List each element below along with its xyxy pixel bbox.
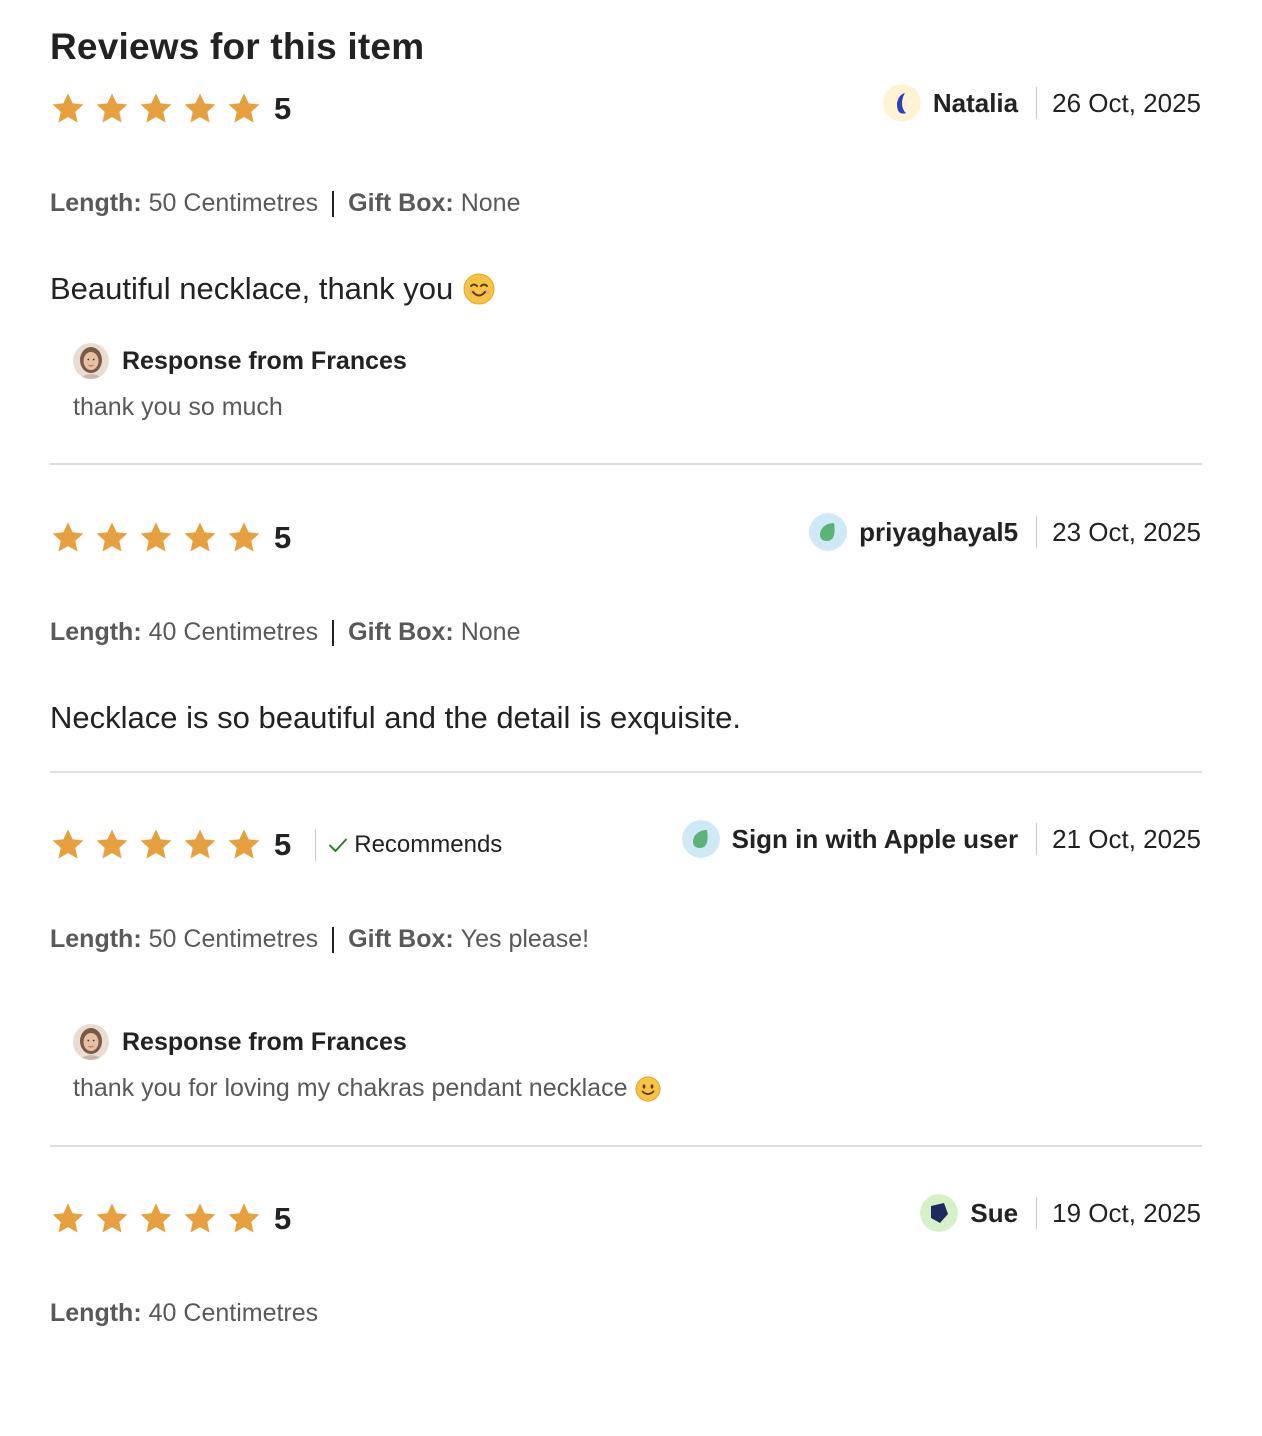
- reviewer-name[interactable]: Sue: [970, 1198, 1018, 1229]
- variation-key: Gift Box:: [348, 618, 454, 646]
- star-icon: [138, 1201, 174, 1237]
- separator: [1036, 516, 1038, 548]
- reviewer-info: Sue 19 Oct, 2025: [920, 1194, 1201, 1232]
- reviewer-name[interactable]: priyaghayal5: [859, 517, 1018, 548]
- separator: [1036, 823, 1038, 855]
- review-text-content: Beautiful necklace, thank you: [50, 271, 454, 306]
- star-rating: 5 Recommends: [50, 827, 502, 863]
- variation-key: Gift Box:: [348, 925, 454, 953]
- reviewer-name[interactable]: Natalia: [933, 88, 1018, 119]
- star-icon: [94, 827, 130, 863]
- response-header: Response from Frances: [73, 343, 407, 379]
- star-rating: 5: [50, 1201, 291, 1237]
- rating-value: 5: [274, 827, 292, 862]
- variation-value: 40 Centimetres: [148, 618, 319, 646]
- variation-key: Length:: [50, 1299, 142, 1327]
- response-text: thank you for loving my chakras pendant …: [73, 1074, 661, 1103]
- recommends-label: Recommends: [354, 831, 503, 858]
- response-text-content: thank you for loving my chakras pendant …: [73, 1074, 628, 1102]
- star-icon: [50, 91, 86, 127]
- variation-value: 50 Centimetres: [148, 925, 319, 953]
- response-title: Response from Frances: [122, 346, 407, 375]
- variation-key: Length:: [50, 925, 142, 953]
- separator: [1036, 87, 1038, 119]
- variation-value: Yes please!: [460, 925, 590, 953]
- seller-response: Response from Frances thank you so much: [73, 343, 407, 422]
- star-icon: [182, 520, 218, 556]
- separator: [332, 190, 335, 217]
- star-icon: [50, 520, 86, 556]
- reviewer-name[interactable]: Sign in with Apple user: [732, 824, 1019, 855]
- divider: [50, 771, 1202, 773]
- seller-avatar[interactable]: [73, 1024, 109, 1060]
- star-icon: [226, 520, 262, 556]
- pentagon-avatar-icon[interactable]: [920, 1194, 959, 1232]
- variation-key: Length:: [50, 618, 142, 646]
- review-date: 21 Oct, 2025: [1052, 823, 1201, 854]
- variations: Length: 50 Centimetres Gift Box: Yes ple…: [50, 925, 589, 954]
- crescent-avatar-icon[interactable]: [882, 84, 921, 122]
- variation-key: Gift Box:: [348, 189, 454, 217]
- separator: [332, 619, 335, 646]
- divider: [50, 1145, 1202, 1147]
- star-icon: [94, 91, 130, 127]
- star-icon: [50, 1201, 86, 1237]
- variations: Length: 40 Centimetres: [50, 1299, 318, 1328]
- variation-value: None: [460, 618, 521, 646]
- star-icon: [182, 827, 218, 863]
- review-date: 26 Oct, 2025: [1052, 87, 1201, 118]
- star-icon: [138, 827, 174, 863]
- variations: Length: 40 Centimetres Gift Box: None: [50, 618, 520, 647]
- rating-value: 5: [274, 91, 292, 126]
- checkmark-icon: [329, 838, 348, 852]
- star-icon: [226, 1201, 262, 1237]
- variation-value: None: [460, 189, 521, 217]
- separator: [1036, 1197, 1038, 1229]
- review-text: Beautiful necklace, thank you: [50, 271, 495, 307]
- divider: [50, 463, 1202, 465]
- rating-value: 5: [274, 520, 292, 555]
- variation-value: 40 Centimetres: [148, 1299, 319, 1327]
- review-date: 19 Oct, 2025: [1052, 1197, 1201, 1228]
- leaf-avatar-icon[interactable]: [681, 820, 720, 858]
- review-text: Necklace is so beautiful and the detail …: [50, 700, 741, 736]
- star-icon: [138, 520, 174, 556]
- review-date: 23 Oct, 2025: [1052, 516, 1201, 547]
- star-icon: [226, 91, 262, 127]
- page-title: Reviews for this item: [50, 26, 425, 67]
- star-icon: [182, 1201, 218, 1237]
- leaf-avatar-icon[interactable]: [809, 513, 848, 551]
- seller-avatar[interactable]: [73, 343, 109, 379]
- star-icon: [50, 827, 86, 863]
- variations: Length: 50 Centimetres Gift Box: None: [50, 189, 520, 218]
- response-header: Response from Frances: [73, 1024, 661, 1060]
- reviewer-info: priyaghayal5 23 Oct, 2025: [809, 513, 1201, 551]
- variation-key: Length:: [50, 189, 142, 217]
- reviewer-info: Natalia 26 Oct, 2025: [882, 84, 1201, 122]
- star-icon: [226, 827, 262, 863]
- reviewer-info: Sign in with Apple user 21 Oct, 2025: [681, 820, 1201, 858]
- star-rating: 5: [50, 520, 291, 556]
- star-icon: [182, 91, 218, 127]
- recommends-badge: Recommends: [315, 827, 502, 863]
- response-text: thank you so much: [73, 393, 283, 421]
- rating-value: 5: [274, 1201, 292, 1236]
- star-rating: 5: [50, 91, 291, 127]
- star-icon: [138, 91, 174, 127]
- slightly-smiling-face-emoji: [635, 1076, 661, 1102]
- seller-response: Response from Frances thank you for lovi…: [73, 1024, 661, 1103]
- variation-value: 50 Centimetres: [148, 189, 319, 217]
- response-title: Response from Frances: [122, 1027, 407, 1056]
- star-icon: [94, 1201, 130, 1237]
- separator: [332, 926, 335, 953]
- separator: [315, 829, 317, 861]
- review-text-content: Necklace is so beautiful and the detail …: [50, 700, 742, 735]
- smiling-face-emoji: [463, 273, 495, 305]
- star-icon: [94, 520, 130, 556]
